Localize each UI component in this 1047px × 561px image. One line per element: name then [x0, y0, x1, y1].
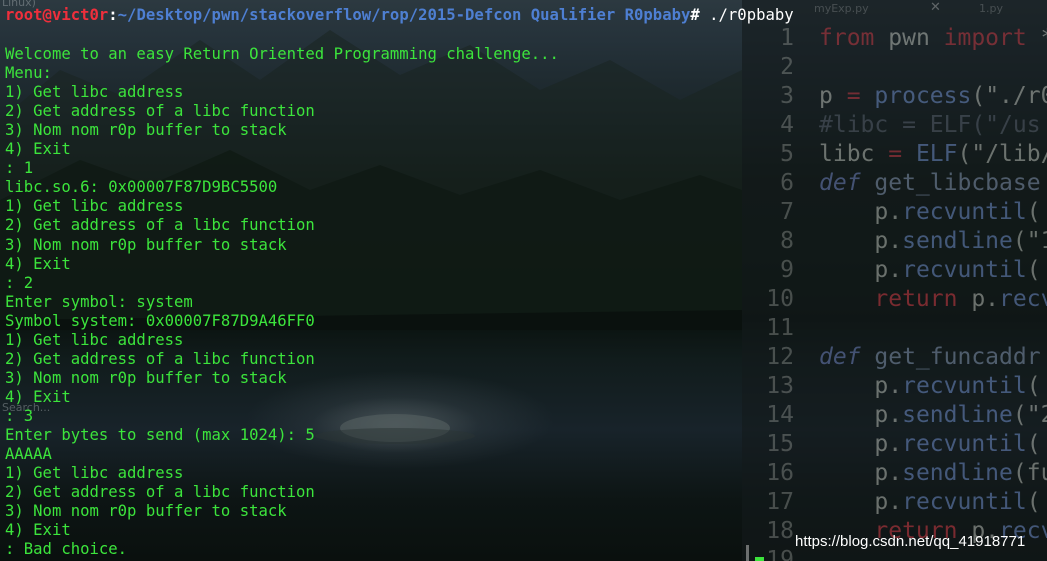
prompt-command: ./r0pbaby	[699, 6, 794, 24]
terminal-window[interactable]: root@vict0r:~/Desktop/pwn/stackoverflow/…	[0, 0, 1047, 561]
terminal-output-line: Symbol system: 0x00007F87D9A46FF0	[5, 311, 315, 330]
terminal-output-line: Enter bytes to send (max 1024): 5	[5, 426, 315, 444]
terminal-output-line: 3) Nom nom r0p buffer to stack	[5, 235, 287, 254]
terminal-output-line: AAAAA	[5, 445, 52, 464]
terminal-output-line: 3) Nom nom r0p buffer to stack	[5, 368, 287, 387]
prompt-symbol: #	[690, 6, 700, 24]
terminal-output-line: Menu:	[5, 64, 52, 83]
desktop-screen: Linux) Search... myExp.py ✕ 1.py 1 from p…	[0, 0, 1047, 561]
terminal-output-line: 2) Get address of a libc function	[5, 483, 315, 502]
terminal-output-line: 1) Get libc address	[5, 197, 184, 216]
prompt-user-host: root@vict0r	[5, 6, 109, 24]
terminal-cursor	[755, 557, 764, 561]
terminal-output-line: 2) Get address of a libc function	[5, 216, 315, 235]
prompt-path: ~/Desktop/pwn/stackoverflow/rop/2015-Def…	[117, 6, 691, 24]
terminal-output-line: : 3	[5, 406, 34, 425]
terminal-output-line: : 1	[5, 159, 34, 178]
watermark-text: https://blog.csdn.net/qq_41918771	[795, 533, 1026, 550]
terminal-prompt-line: root@vict0r:~/Desktop/pwn/stackoverflow/…	[5, 6, 794, 25]
terminal-output-line: 1) Get libc address	[5, 83, 184, 102]
terminal-output-line: 2) Get address of a libc function	[5, 349, 315, 368]
terminal-output-line: 4) Exit	[5, 254, 71, 273]
terminal-output-line: 4) Exit	[5, 140, 71, 159]
prompt-separator: :	[108, 6, 118, 24]
terminal-output-line: Enter symbol: system	[5, 292, 193, 311]
terminal-output-line: : 2	[5, 273, 34, 292]
terminal-output-line: 3) Nom nom r0p buffer to stack	[5, 502, 287, 521]
terminal-output-line: Welcome to an easy Return Oriented Progr…	[5, 45, 559, 63]
terminal-output-line: 3) Nom nom r0p buffer to stack	[5, 121, 287, 140]
terminal-output-line: 2) Get address of a libc function	[5, 102, 315, 121]
terminal-output-line: 4) Exit	[5, 387, 71, 406]
terminal-output-line: 1) Get libc address	[5, 330, 184, 349]
scrollbar-marker	[746, 545, 749, 561]
terminal-output-line: 4) Exit	[5, 521, 71, 540]
terminal-output-line: 1) Get libc address	[5, 464, 184, 483]
terminal-output-line: libc.so.6: 0x00007F87D9BC5500	[5, 178, 278, 197]
terminal-output-line: : Bad choice.	[5, 540, 128, 559]
